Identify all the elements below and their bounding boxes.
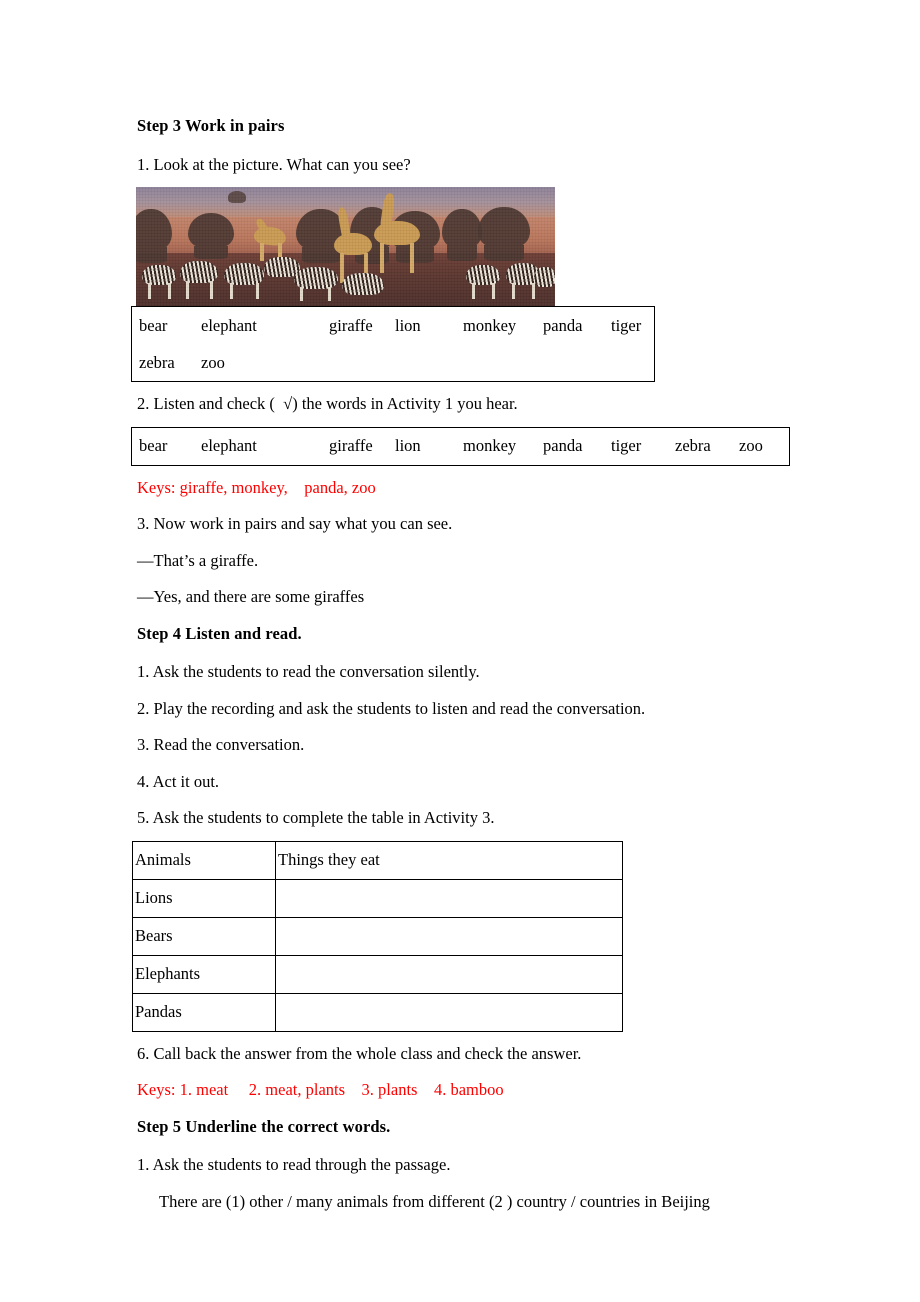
table-cell-animal: Pandas [132, 992, 276, 1032]
word-tiger: tiger [611, 316, 642, 335]
activity2-word-box: bear elephant giraffe lion monkey panda … [131, 426, 790, 466]
zebra-shape [142, 265, 176, 285]
step4-item-1: 1. Ask the students to read the conversa… [137, 662, 480, 681]
step5-passage: There are (1) other / many animals from … [159, 1191, 710, 1211]
word-tiger: tiger [611, 436, 642, 455]
step3-heading: Step 3 Work in pairs [137, 116, 285, 135]
activity1-word-box: bear elephant giraffe lion monkey panda … [131, 306, 655, 382]
word-zebra: zebra [139, 353, 175, 372]
zebra-leg [210, 281, 213, 299]
zebra-shape [466, 265, 500, 285]
giraffe-body [374, 221, 420, 245]
table-cell-animal: Elephants [132, 954, 276, 994]
step4-item-6: 6. Call back the answer from the whole c… [137, 1043, 582, 1063]
word-lion: lion [395, 316, 421, 335]
table-row: Pandas [132, 992, 623, 1032]
activity2-answer-keys: Keys: giraffe, monkey, panda, zoo [137, 477, 376, 497]
step4-heading: Step 4 Listen and read. [137, 623, 302, 643]
giraffe-leg [380, 243, 384, 273]
activity3-answer-keys: Keys: 1. meat 2. meat, plants 3. plants … [137, 1080, 504, 1099]
word-zoo: zoo [201, 353, 225, 372]
zebra-shape [534, 267, 555, 287]
word-elephant: elephant [201, 316, 257, 335]
zebra-shape [180, 261, 218, 283]
giraffe-body [334, 233, 372, 255]
animals-food-table: Animals Things they eat Lions Bears Elep… [132, 840, 623, 1032]
word-box-1-line-1: bear elephant giraffe lion monkey panda … [132, 307, 654, 345]
word-box-1-line-2: zebra zoo [132, 345, 654, 381]
word-bear: bear [139, 436, 168, 455]
table-header-row: Animals Things they eat [132, 840, 623, 880]
zebra-shape [294, 267, 338, 289]
zebra-leg [492, 283, 495, 299]
zebra-shape [342, 273, 384, 295]
step4-item-4: 4. Act it out. [137, 771, 220, 791]
dialogue-line-b: —Yes, and there are some giraffes [137, 587, 365, 606]
zebra-leg [148, 283, 151, 299]
giraffe-leg [260, 243, 264, 261]
word-zoo: zoo [739, 436, 763, 455]
zebra-shape [224, 263, 264, 285]
zebra-leg [230, 283, 233, 299]
table-row: Elephants [132, 954, 623, 994]
table-cell-animal: Bears [132, 916, 276, 956]
zebra-leg [328, 287, 331, 301]
word-elephant: elephant [201, 436, 257, 455]
table-row: Bears [132, 916, 623, 956]
word-monkey: monkey [463, 436, 517, 455]
zebra-leg [472, 283, 475, 299]
table-cell-food[interactable] [275, 916, 623, 956]
word-zebra: zebra [675, 436, 711, 455]
table-header-things-eat: Things they eat [275, 840, 623, 880]
zebra-leg [300, 287, 303, 301]
step5-heading: Step 5 Underline the correct words. [137, 1116, 391, 1136]
table-header-animals: Animals [132, 840, 276, 880]
table-cell-animal: Lions [132, 878, 276, 918]
step3-item-2: 2. Listen and check ( √) the words in Ac… [137, 394, 518, 413]
elephant-shape [442, 209, 482, 261]
document-content: Step 3 Work in pairs 1. Look at the pict… [131, 116, 837, 1211]
zebra-leg [512, 283, 515, 299]
zebra-leg [532, 283, 535, 299]
table-row: Lions [132, 878, 623, 918]
step4-item-5: 5. Ask the students to complete the tabl… [137, 808, 495, 827]
word-lion: lion [395, 436, 421, 455]
word-panda: panda [543, 316, 583, 335]
zebra-leg [168, 283, 171, 299]
table-cell-food[interactable] [275, 954, 623, 994]
zebra-leg [256, 283, 259, 299]
zebra-leg [186, 281, 189, 299]
document-page: Step 3 Work in pairs 1. Look at the pict… [0, 0, 920, 1302]
word-panda: panda [543, 436, 583, 455]
step4-item-3: 3. Read the conversation. [137, 735, 305, 754]
step3-item-3: 3. Now work in pairs and say what you ca… [137, 514, 453, 533]
elephant-shape [478, 207, 530, 262]
word-monkey: monkey [463, 316, 517, 335]
word-box-2-line-1: bear elephant giraffe lion monkey panda … [132, 428, 789, 465]
bush-shape [228, 191, 246, 203]
savanna-picture [136, 187, 555, 306]
word-giraffe: giraffe [329, 316, 373, 335]
table-cell-food[interactable] [275, 878, 623, 918]
step3-item-1: 1. Look at the picture. What can you see… [137, 154, 411, 174]
dialogue-line-a: —That’s a giraffe. [137, 550, 259, 570]
word-giraffe: giraffe [329, 436, 373, 455]
table-cell-food[interactable] [275, 992, 623, 1032]
word-bear: bear [139, 316, 168, 335]
elephant-shape [188, 213, 234, 260]
step4-item-2: 2. Play the recording and ask the studen… [137, 698, 646, 718]
giraffe-leg [410, 243, 414, 273]
step5-item-1: 1. Ask the students to read through the … [137, 1155, 451, 1174]
